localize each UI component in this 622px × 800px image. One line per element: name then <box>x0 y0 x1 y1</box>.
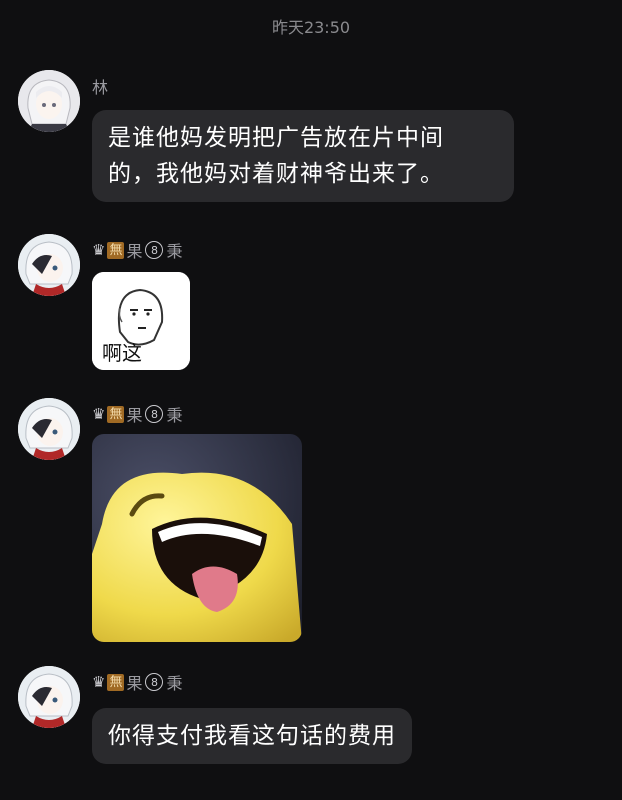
sender-name: ♛ 無 果 8 秉 <box>92 238 183 262</box>
sender-name-part: 秉 <box>166 674 183 693</box>
chat-message: ♛ 無 果 8 秉 你得支付我看这句话的费用 <box>18 666 608 778</box>
crown-icon: ♛ <box>92 673 106 691</box>
sticker-caption: 啊这 <box>102 341 142 365</box>
message-bubble[interactable]: 是谁他妈发明把广告放在片中间 的，我他妈对着财神爷出来了。 <box>92 110 514 202</box>
circle-symbol: 8 <box>145 405 164 423</box>
sticker-image[interactable]: 啊这 <box>92 272 190 370</box>
sender-name-part: 秉 <box>166 406 183 425</box>
avatar[interactable] <box>18 234 80 296</box>
sender-name-part: 果 <box>126 674 143 693</box>
avatar[interactable] <box>18 70 80 132</box>
chat-timestamp: 昨天23:50 <box>271 18 351 37</box>
sender-name-part: 果 <box>126 406 143 425</box>
message-bubble[interactable]: 你得支付我看这句话的费用 <box>92 708 412 764</box>
message-text: 是谁他妈发明把广告放在片中间 <box>108 125 444 151</box>
circle-symbol: 8 <box>145 241 164 259</box>
sender-name: ♛ 無 果 8 秉 <box>92 402 183 426</box>
chat-message: ♛ 無 果 8 秉 啊这 <box>18 234 608 374</box>
crown-icon: ♛ <box>92 241 106 259</box>
sender-name: ♛ 無 果 8 秉 <box>92 670 183 694</box>
sticker-image[interactable] <box>92 434 302 642</box>
sender-name-part: 果 <box>126 242 143 261</box>
crown-icon: ♛ <box>92 405 106 423</box>
sender-name-part: 秉 <box>166 242 183 261</box>
sender-badge: 無 <box>107 241 125 259</box>
chat-message: ♛ 無 果 8 秉 <box>18 398 608 648</box>
sender-name: 林 <box>92 78 109 97</box>
chat-message: 林 是谁他妈发明把广告放在片中间 的，我他妈对着财神爷出来了。 <box>18 70 608 210</box>
sender-badge: 無 <box>107 673 125 691</box>
avatar[interactable] <box>18 666 80 728</box>
message-text: 你得支付我看这句话的费用 <box>108 723 396 749</box>
sender-badge: 無 <box>107 405 125 423</box>
avatar[interactable] <box>18 398 80 460</box>
message-text: 的，我他妈对着财神爷出来了。 <box>108 161 444 187</box>
circle-symbol: 8 <box>145 673 164 691</box>
